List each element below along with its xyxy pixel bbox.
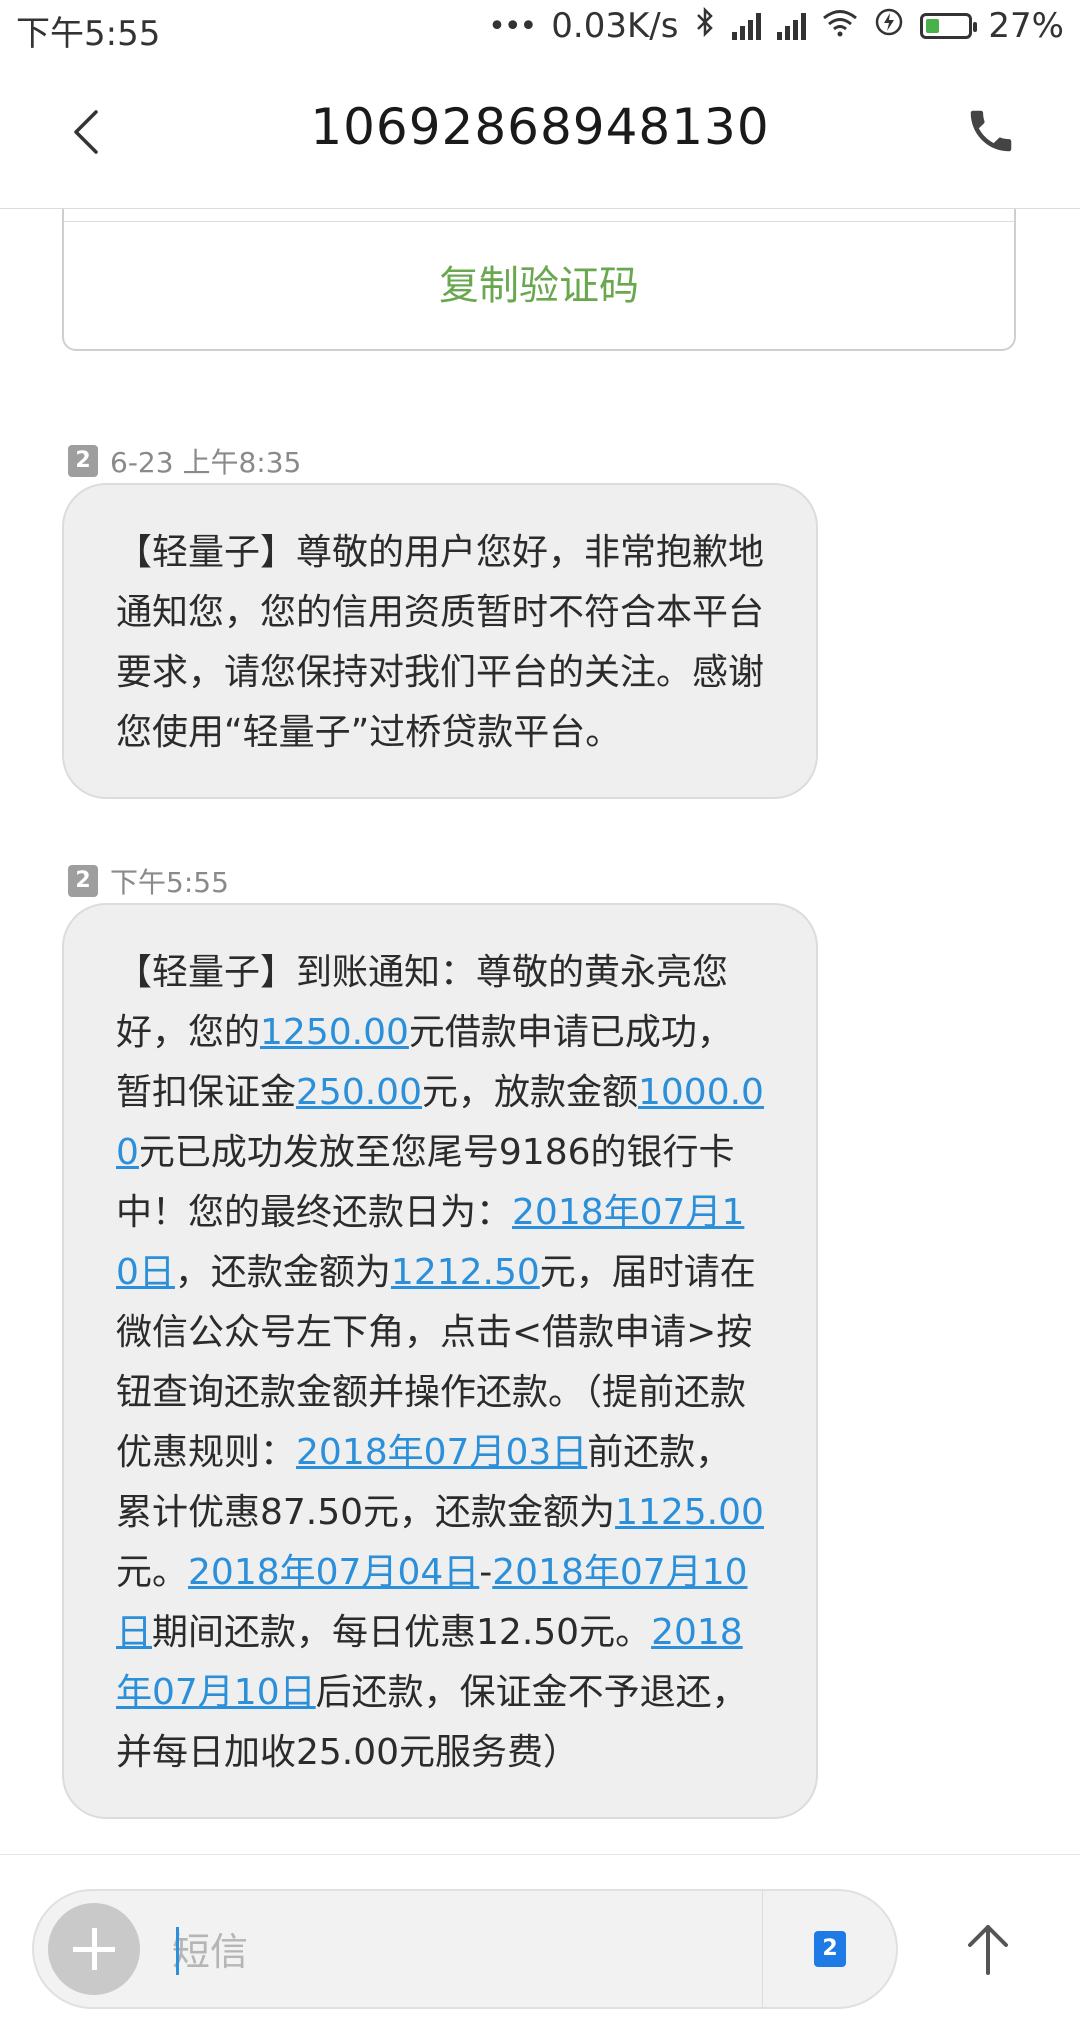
message-meta: 2 6-23 上午8:35: [68, 441, 301, 481]
message-text: 【轻量子】尊敬的用户您好，非常抱歉地通知您，您的信用资质暂时不符合本平台要求，请…: [116, 532, 765, 753]
signal-icon: [732, 12, 762, 40]
message-link[interactable]: 2018年07月03日: [296, 1432, 587, 1473]
copy-code-button[interactable]: 复制验证码: [64, 253, 1014, 311]
network-speed: 0.03K/s: [551, 6, 679, 46]
send-arrow-icon[interactable]: [964, 1921, 1012, 1977]
battery-level: [926, 19, 939, 33]
message-text: 元。: [116, 1552, 189, 1593]
status-bar: 下午5:55 ••• 0.03K/s 27%: [0, 0, 1080, 60]
pill-divider: [762, 1891, 763, 2007]
composer-bar: 2: [0, 1854, 1080, 2041]
notification-dots: •••: [488, 8, 537, 44]
message-meta: 2 下午5:55: [68, 861, 229, 901]
sms-input[interactable]: [170, 1921, 734, 1983]
signal-icon: [777, 12, 807, 40]
message-link[interactable]: 1250.00: [260, 1012, 409, 1053]
message-text: 元，放款金额: [421, 1072, 638, 1113]
message-list[interactable]: 复制验证码 2 6-23 上午8:35 【轻量子】尊敬的用户您好，非常抱歉地通知…: [0, 209, 1080, 1854]
message-link[interactable]: 1125.00: [615, 1492, 764, 1533]
battery-charging-icon: [920, 13, 978, 39]
plus-icon[interactable]: [48, 1903, 140, 1995]
message-link[interactable]: 2018年07月04日: [188, 1552, 479, 1593]
card-divider: [64, 221, 1014, 222]
message-bubble[interactable]: 【轻量子】尊敬的用户您好，非常抱歉地通知您，您的信用资质暂时不符合本平台要求，请…: [62, 483, 818, 799]
message-text: 期间还款，每日优惠12.50元。: [152, 1612, 652, 1653]
message-timestamp: 6-23 上午8:35: [110, 446, 302, 479]
message-text: -: [479, 1552, 493, 1593]
bluetooth-icon: [694, 6, 716, 46]
battery-percent: 27%: [988, 6, 1064, 46]
message-bubble[interactable]: 【轻量子】到账通知：尊敬的黄永亮您好，您的1250.00元借款申请已成功，暂扣保…: [62, 903, 818, 1819]
sim-badge: 2: [68, 445, 98, 477]
message-link[interactable]: 1212.50: [391, 1252, 540, 1293]
conversation-title: 10692868948130: [310, 98, 770, 156]
phone-icon[interactable]: [964, 104, 1018, 158]
conversation-header: 10692868948130: [0, 60, 1080, 209]
verification-code-card: 复制验证码: [62, 209, 1016, 351]
composer-pill: 2: [32, 1889, 898, 2009]
message-link[interactable]: 250.00: [296, 1072, 422, 1113]
message-text: ，还款金额为: [174, 1252, 391, 1293]
status-indicators: ••• 0.03K/s 27%: [488, 6, 1064, 46]
sim-select-button[interactable]: 2: [814, 1931, 846, 1967]
sim-badge: 2: [68, 865, 98, 897]
message-timestamp: 下午5:55: [110, 866, 229, 899]
wifi-icon: [822, 6, 858, 46]
flash-icon: [874, 6, 904, 46]
status-time: 下午5:55: [16, 14, 161, 54]
text-cursor: [176, 1927, 179, 1975]
